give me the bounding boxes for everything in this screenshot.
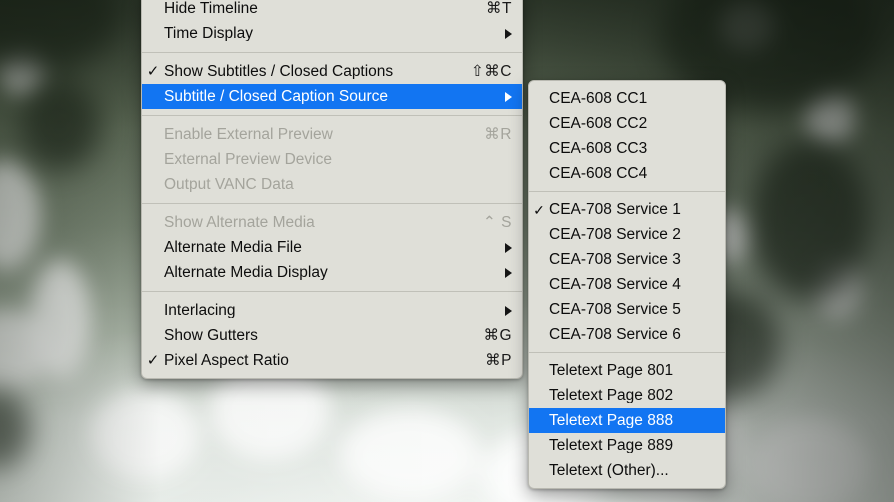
chevron-right-icon [505,268,512,278]
submenu-item-label: CEA-608 CC3 [549,141,715,157]
menu-separator [142,291,522,292]
submenu-item-cea-708-service-3[interactable]: CEA-708 Service 3 [529,247,725,272]
submenu-item-cea-708-service-1[interactable]: ✓ CEA-708 Service 1 [529,197,725,222]
menu-item-shortcut: ⌘T [486,1,512,17]
menu-item-shortcut: ⌘G [483,328,512,344]
submenu-item-label: CEA-608 CC4 [549,166,715,182]
checkmark-icon: ✓ [142,64,164,79]
submenu-item-cea-608-cc2[interactable]: CEA-608 CC2 [529,111,725,136]
submenu-item-cea-608-cc4[interactable]: CEA-608 CC4 [529,161,725,186]
menu-item-label: Subtitle / Closed Caption Source [164,89,487,105]
submenu-item-label: CEA-708 Service 6 [549,327,715,343]
submenu-item-label: CEA-708 Service 5 [549,302,715,318]
submenu-item-label: CEA-608 CC2 [549,116,715,132]
menu-item-time-display[interactable]: Time Display [142,21,522,46]
menu-item-external-preview-device: External Preview Device [142,147,522,172]
menu-item-label: Hide Timeline [164,1,468,17]
chevron-right-icon [505,306,512,316]
menu-item-label: Pixel Aspect Ratio [164,353,467,369]
submenu-item-teletext-page-889[interactable]: Teletext Page 889 [529,433,725,458]
submenu-item-teletext-page-888[interactable]: Teletext Page 888 [529,408,725,433]
menu-item-label: Time Display [164,26,487,42]
submenu-item-cea-708-service-5[interactable]: CEA-708 Service 5 [529,297,725,322]
menu-item-hide-timeline[interactable]: Hide Timeline ⌘T [142,0,522,21]
submenu-item-label: Teletext (Other)... [549,463,715,479]
menu-item-label: Show Alternate Media [164,215,465,231]
menu-item-label: Alternate Media Display [164,265,487,281]
menu-item-pixel-aspect-ratio[interactable]: ✓ Pixel Aspect Ratio ⌘P [142,348,522,373]
view-menu[interactable]: Hide Timeline ⌘T Time Display ✓ Show Sub… [141,0,523,379]
menu-item-label: Show Gutters [164,328,465,344]
chevron-right-icon [505,243,512,253]
menu-item-show-gutters[interactable]: Show Gutters ⌘G [142,323,522,348]
subtitle-closed-caption-source-submenu[interactable]: CEA-608 CC1 CEA-608 CC2 CEA-608 CC3 CEA-… [528,80,726,489]
menu-item-output-vanc-data: Output VANC Data [142,172,522,197]
submenu-item-teletext-other[interactable]: Teletext (Other)... [529,458,725,483]
menu-item-alternate-media-display[interactable]: Alternate Media Display [142,260,522,285]
menu-item-show-alternate-media: Show Alternate Media ⌃ S [142,210,522,235]
submenu-item-label: CEA-608 CC1 [549,91,715,107]
menu-item-interlacing[interactable]: Interlacing [142,298,522,323]
submenu-separator [529,352,725,353]
submenu-item-label: CEA-708 Service 2 [549,227,715,243]
submenu-item-label: Teletext Page 801 [549,363,715,379]
submenu-separator [529,191,725,192]
submenu-item-teletext-page-802[interactable]: Teletext Page 802 [529,383,725,408]
submenu-item-cea-708-service-4[interactable]: CEA-708 Service 4 [529,272,725,297]
submenu-item-label: Teletext Page 889 [549,438,715,454]
submenu-item-cea-708-service-6[interactable]: CEA-708 Service 6 [529,322,725,347]
menu-item-label: Show Subtitles / Closed Captions [164,64,453,80]
menu-item-label: Alternate Media File [164,240,487,256]
submenu-item-cea-608-cc3[interactable]: CEA-608 CC3 [529,136,725,161]
menu-item-label: Enable External Preview [164,127,466,143]
submenu-item-label: Teletext Page 888 [549,413,715,429]
menu-separator [142,52,522,53]
menu-item-enable-external-preview: Enable External Preview ⌘R [142,122,522,147]
submenu-item-cea-608-cc1[interactable]: CEA-608 CC1 [529,86,725,111]
menu-item-shortcut: ⇧⌘C [471,64,512,80]
menu-item-subtitle-closed-caption-source[interactable]: Subtitle / Closed Caption Source [142,84,522,109]
submenu-item-label: Teletext Page 802 [549,388,715,404]
screenshot-root: Hide Timeline ⌘T Time Display ✓ Show Sub… [0,0,894,502]
menu-item-label: Interlacing [164,303,487,319]
menu-item-show-subtitles-closed-captions[interactable]: ✓ Show Subtitles / Closed Captions ⇧⌘C [142,59,522,84]
menu-item-shortcut: ⌃ S [483,215,512,231]
menu-separator [142,115,522,116]
submenu-item-label: CEA-708 Service 4 [549,277,715,293]
menu-item-shortcut: ⌘P [485,353,512,369]
menu-item-label: External Preview Device [164,152,494,168]
checkmark-icon: ✓ [529,203,549,217]
chevron-right-icon [505,29,512,39]
submenu-item-label: CEA-708 Service 1 [549,202,715,218]
menu-item-shortcut: ⌘R [484,127,512,143]
checkmark-icon: ✓ [142,353,164,368]
menu-item-alternate-media-file[interactable]: Alternate Media File [142,235,522,260]
submenu-item-label: CEA-708 Service 3 [549,252,715,268]
submenu-item-teletext-page-801[interactable]: Teletext Page 801 [529,358,725,383]
submenu-item-cea-708-service-2[interactable]: CEA-708 Service 2 [529,222,725,247]
menu-item-label: Output VANC Data [164,177,494,193]
chevron-right-icon [505,92,512,102]
menu-separator [142,203,522,204]
